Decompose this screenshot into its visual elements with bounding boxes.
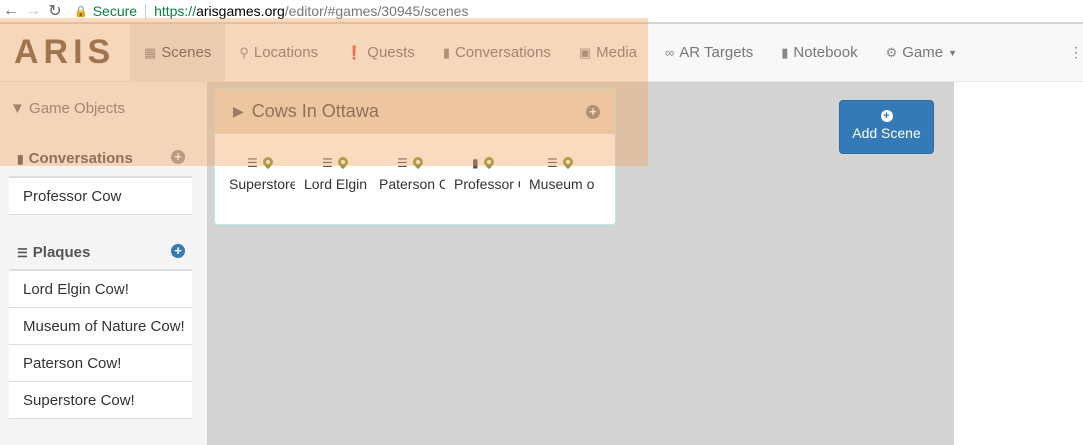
secure-label: Secure (92, 3, 138, 19)
aris-logo[interactable]: ARIS (0, 24, 130, 82)
plaques-heading-label: Plaques (32, 244, 91, 261)
game-objects-sidebar: ▼ Game Objects ▮ Conversations + Profess… (0, 82, 207, 445)
exclamation-circle-icon: ❗ (346, 44, 363, 60)
comment-icon: ▮ (472, 156, 479, 170)
list-icon: ☰ (322, 156, 333, 170)
nav-scenes-label: Scenes (161, 44, 212, 61)
nav-quests[interactable]: ❗ Quests (332, 24, 429, 82)
game-objects-label: Game Objects (29, 100, 125, 117)
address-field[interactable]: 🔒 Secure https:// arisgames.org /editor/… (74, 3, 468, 19)
comment-icon: ▮ (17, 151, 24, 166)
url-host: arisgames.org (196, 3, 285, 19)
back-arrow-icon[interactable]: ← (0, 0, 22, 22)
map-marker-icon (484, 157, 494, 169)
nav-locations[interactable]: ⚲ Locations (225, 24, 332, 82)
scene-object-label: Professor Cow (454, 176, 520, 192)
conversations-list: Professor Cow (9, 176, 192, 215)
nav-notebook-label: Notebook (793, 44, 858, 61)
nav-quests-label: Quests (367, 44, 415, 61)
address-separator (145, 3, 147, 19)
add-scene-label: Add Scene (852, 125, 921, 141)
scene-header[interactable]: ▶ Cows In Ottawa (215, 89, 615, 134)
list-item[interactable]: Museum of Nature Cow! (9, 308, 192, 345)
nav-game-dropdown[interactable]: ⚙ Game ▼ (872, 24, 971, 82)
nav-notebook[interactable]: ▮ Notebook (767, 24, 871, 82)
nav-ar-targets-label: AR Targets (679, 44, 754, 61)
map-marker-icon (263, 157, 273, 169)
nav-media[interactable]: ▣ Media (565, 24, 651, 82)
top-navbar: ARIS ▦ Scenes ⚲ Locations ❗ Quests ▮ Con… (0, 23, 1083, 82)
caret-down-icon: ▼ (948, 47, 958, 58)
add-plaque-button[interactable]: + (171, 244, 185, 258)
lock-icon: 🔒 (74, 5, 88, 18)
scene-object[interactable]: ☰ Museum of Nature Cow! (529, 153, 604, 192)
nav-ar-targets[interactable]: ∞ AR Targets (651, 24, 767, 82)
list-item[interactable]: Paterson Cow! (9, 345, 192, 382)
game-objects-title[interactable]: ▼ Game Objects (10, 100, 125, 117)
nav-locations-label: Locations (253, 44, 319, 61)
list-icon: ☰ (397, 156, 408, 170)
list-icon: ☰ (17, 245, 28, 260)
map-marker-icon (338, 157, 348, 169)
list-item[interactable]: Lord Elgin Cow! (9, 271, 192, 308)
add-to-scene-button[interactable]: + (586, 105, 600, 119)
scene-object-label: Superstore Cow! (229, 176, 295, 192)
list-icon: ☰ (547, 156, 558, 170)
nav-media-label: Media (596, 44, 638, 61)
map-marker-icon (413, 157, 423, 169)
play-icon: ▶ (233, 102, 244, 119)
list-icon: ☰ (247, 156, 258, 170)
nav-game-label: Game (902, 44, 944, 61)
book-icon: ▮ (781, 44, 789, 60)
more-options-icon[interactable]: ⋮ (1069, 44, 1083, 61)
scene-object[interactable]: ▮ Professor Cow (454, 153, 529, 192)
url-path: /editor/#games/30945/scenes (284, 3, 469, 19)
plus-circle-icon: + (880, 110, 893, 122)
add-scene-button[interactable]: + Add Scene (839, 100, 934, 154)
scene-object[interactable]: ☰ Paterson Cow! (379, 153, 454, 192)
scene-card[interactable]: ▶ Cows In Ottawa + ☰ Superstore Cow! ☰ L… (214, 88, 616, 225)
conversations-heading-label: Conversations (28, 150, 133, 167)
list-item[interactable]: Professor Cow (9, 178, 192, 215)
plaques-heading: ☰ Plaques (17, 244, 90, 261)
filter-icon: ▼ (10, 100, 25, 117)
glasses-icon: ∞ (665, 45, 675, 60)
map-marker-icon: ⚲ (239, 44, 249, 60)
gear-icon: ⚙ (885, 44, 898, 60)
scene-object-label: Paterson Cow! (379, 176, 445, 192)
nav-scenes[interactable]: ▦ Scenes (130, 23, 226, 82)
plaques-list: Lord Elgin Cow! Museum of Nature Cow! Pa… (9, 269, 192, 419)
picture-icon: ▣ (578, 44, 592, 60)
url-protocol: https:// (154, 3, 197, 19)
film-icon: ▦ (144, 44, 157, 60)
right-pane (954, 82, 1083, 445)
list-item[interactable]: Superstore Cow! (9, 382, 192, 419)
nav-conversations-label: Conversations (454, 44, 551, 61)
scene-object[interactable]: ☰ Superstore Cow! (229, 153, 304, 192)
scene-object[interactable]: ☰ Lord Elgin Cow! (304, 153, 379, 192)
scene-object-label: Lord Elgin Cow! (304, 176, 370, 192)
conversations-heading: ▮ Conversations (17, 150, 133, 167)
comment-icon: ▮ (442, 44, 450, 60)
scene-objects: ☰ Superstore Cow! ☰ Lord Elgin Cow! ☰ Pa… (229, 153, 604, 192)
reload-icon[interactable]: ↻ (44, 0, 66, 22)
scene-object-label: Museum of Nature Cow! (529, 176, 595, 192)
map-marker-icon (563, 157, 573, 169)
scene-title: Cows In Ottawa (251, 100, 379, 121)
forward-arrow-icon[interactable]: → (22, 0, 44, 22)
add-conversation-button[interactable]: + (171, 150, 185, 164)
nav-conversations[interactable]: ▮ Conversations (429, 24, 565, 82)
browser-url-bar: ← → ↻ 🔒 Secure https:// arisgames.org /e… (0, 0, 1083, 23)
